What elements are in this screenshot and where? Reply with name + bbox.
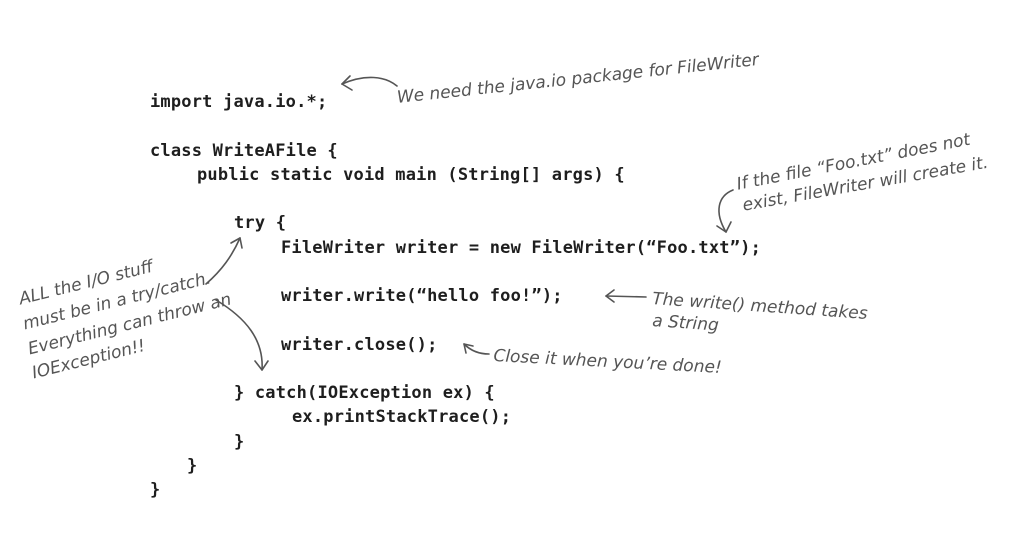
code-line-import: import java.io.*; xyxy=(150,92,328,112)
code-line-write: writer.write(“hello foo!”); xyxy=(281,286,563,306)
arrow-file-create-icon xyxy=(716,189,734,233)
annotation-close: Close it when you’re done! xyxy=(492,346,723,378)
arrow-close-icon xyxy=(463,343,490,355)
code-line-try: try { xyxy=(234,213,287,233)
code-line-main: public static void main (String[] args) … xyxy=(197,165,625,185)
arrow-import-icon xyxy=(341,75,398,91)
code-line-filewriter: FileWriter writer = new FileWriter(“Foo.… xyxy=(281,238,762,258)
annotation-import: We need the java.io package for FileWrit… xyxy=(396,49,760,108)
code-line-class: class WriteAFile { xyxy=(150,141,338,161)
annotation-write-line2: a String xyxy=(651,311,720,336)
code-line-class-close-brace: } xyxy=(150,480,161,500)
code-line-close: writer.close(); xyxy=(281,335,438,355)
code-line-main-close-brace: } xyxy=(187,456,198,476)
arrow-io-try-icon xyxy=(205,237,243,285)
code-line-catch-close-brace: } xyxy=(234,432,245,452)
page: import java.io.*; class WriteAFile { pub… xyxy=(0,0,1030,552)
code-line-catch: } catch(IOException ex) { xyxy=(234,383,495,403)
code-line-printstacktrace: ex.printStackTrace(); xyxy=(292,407,512,427)
arrow-write-icon xyxy=(605,289,647,303)
